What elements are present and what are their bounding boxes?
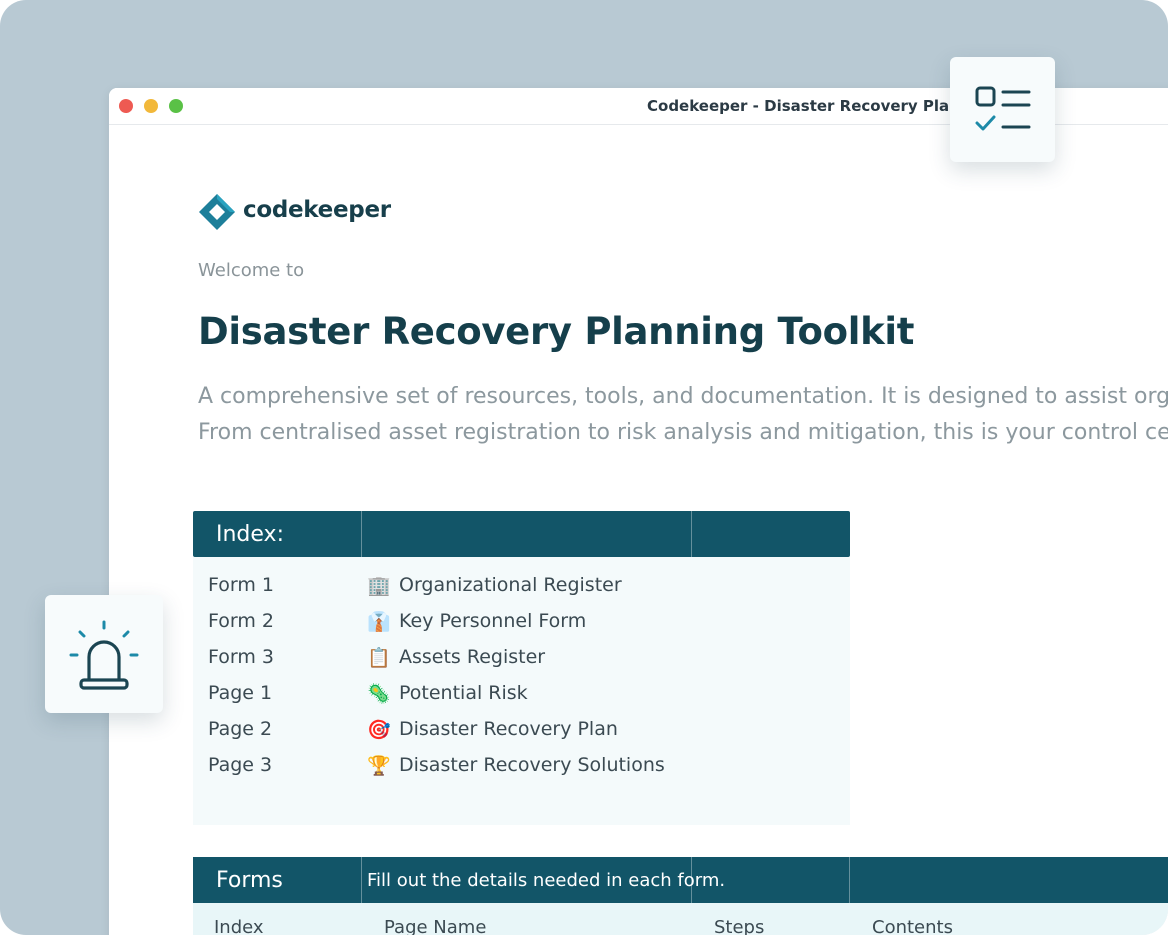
index-row-form-3[interactable]: Form 3 📋 Assets Register: [208, 642, 828, 672]
index-code: Page 1: [208, 682, 273, 704]
alarm-card: [45, 595, 163, 713]
column-header-contents: Contents: [872, 917, 953, 935]
column-header-index: Index: [214, 917, 264, 935]
maximize-window-button[interactable]: [169, 99, 183, 113]
index-code: Page 2: [208, 718, 273, 740]
welcome-text: Welcome to: [198, 260, 305, 281]
index-link-organizational-register[interactable]: Organizational Register: [399, 574, 622, 596]
index-row-page-1[interactable]: Page 1 🦠 Potential Risk: [208, 678, 828, 708]
column-divider: [361, 511, 362, 557]
column-divider: [691, 511, 692, 557]
necktie-person-icon: 👔: [367, 611, 391, 633]
clipboard-icon: 📋: [367, 647, 391, 669]
index-link-key-personnel-form[interactable]: Key Personnel Form: [399, 610, 586, 632]
trophy-icon: 🏆: [367, 755, 391, 777]
alarm-siren-icon: [69, 620, 139, 690]
forms-subtitle: Fill out the details needed in each form…: [367, 870, 726, 891]
forms-column-headers: Index Page Name Steps Contents: [193, 903, 1168, 935]
index-code: Form 2: [208, 610, 274, 632]
index-link-potential-risk[interactable]: Potential Risk: [399, 682, 528, 704]
forms-table-header: Forms Fill out the details needed in eac…: [193, 857, 1168, 903]
window-title: Codekeeper - Disaster Recovery Planning: [647, 97, 998, 115]
description-line-1: A comprehensive set of resources, tools,…: [198, 384, 1168, 409]
index-title: Index:: [216, 522, 284, 547]
target-icon: 🎯: [367, 719, 391, 741]
index-link-disaster-recovery-solutions[interactable]: Disaster Recovery Solutions: [399, 754, 665, 776]
forms-title: Forms: [216, 868, 283, 893]
column-divider: [849, 857, 850, 903]
checklist-card: [950, 57, 1055, 162]
index-table-header: Index:: [193, 511, 850, 557]
codekeeper-logo-icon: [199, 194, 235, 230]
index-list: Form 1 🏢 Organizational Register Form 2 …: [193, 557, 850, 825]
index-code: Form 3: [208, 646, 274, 668]
index-row-page-2[interactable]: Page 2 🎯 Disaster Recovery Plan: [208, 714, 828, 744]
index-code: Form 1: [208, 574, 274, 596]
index-row-page-3[interactable]: Page 3 🏆 Disaster Recovery Solutions: [208, 750, 828, 780]
index-code: Page 3: [208, 754, 273, 776]
column-header-page-name: Page Name: [384, 917, 487, 935]
index-row-form-1[interactable]: Form 1 🏢 Organizational Register: [208, 570, 828, 600]
description-line-2: From centralised asset registration to r…: [198, 420, 1168, 445]
virus-icon: 🦠: [367, 683, 391, 705]
close-window-button[interactable]: [119, 99, 133, 113]
page-title: Disaster Recovery Planning Toolkit: [198, 310, 915, 353]
column-divider: [361, 857, 362, 903]
background-frame: Codekeeper - Disaster Recovery Planning …: [0, 0, 1168, 935]
logo-text: codekeeper: [243, 197, 391, 223]
index-link-disaster-recovery-plan[interactable]: Disaster Recovery Plan: [399, 718, 618, 740]
index-link-assets-register[interactable]: Assets Register: [399, 646, 545, 668]
checklist-icon: [975, 86, 1031, 131]
column-header-steps: Steps: [714, 917, 765, 935]
minimize-window-button[interactable]: [144, 99, 158, 113]
index-row-form-2[interactable]: Form 2 👔 Key Personnel Form: [208, 606, 828, 636]
office-building-icon: 🏢: [367, 575, 391, 597]
app-window: Codekeeper - Disaster Recovery Planning …: [109, 88, 1168, 935]
